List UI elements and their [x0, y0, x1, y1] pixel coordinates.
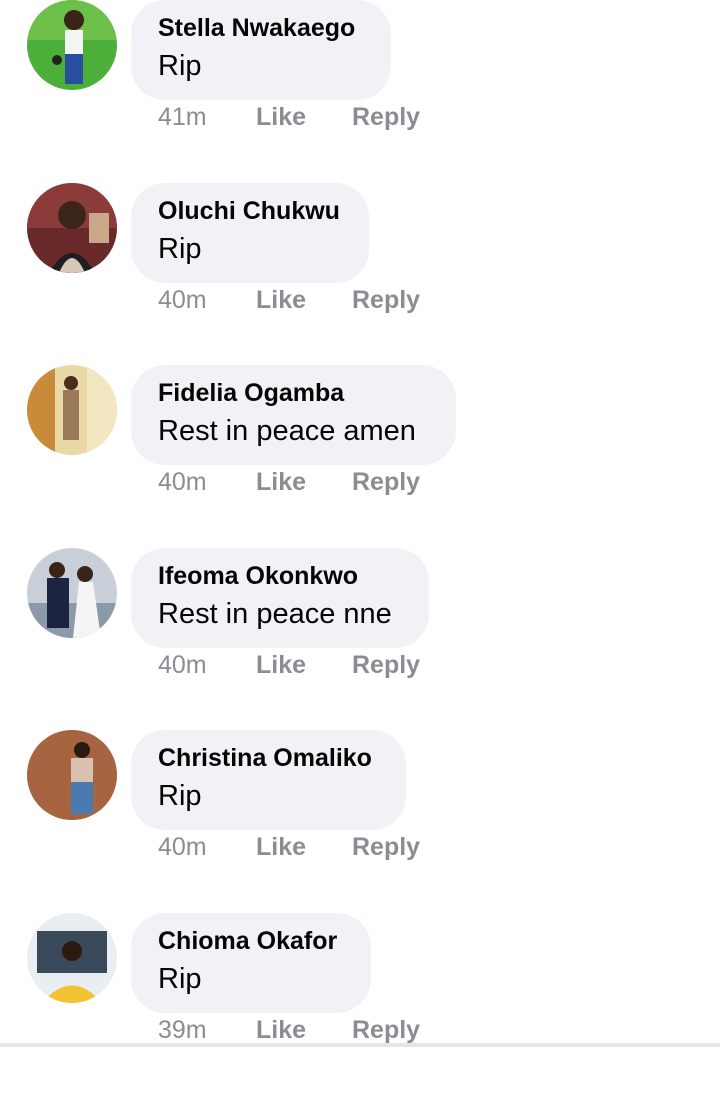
- author-name[interactable]: Oluchi Chukwu: [158, 197, 340, 226]
- avatar-photo: [27, 183, 117, 273]
- like-button[interactable]: Like: [256, 468, 306, 497]
- comment-text: Rest in peace nne: [158, 598, 392, 630]
- like-button[interactable]: Like: [256, 1016, 306, 1045]
- comment-bubble: Christina Omaliko Rip: [131, 730, 406, 830]
- comment-text: Rest in peace amen: [158, 415, 416, 447]
- comment-bubble: Oluchi Chukwu Rip: [131, 183, 369, 283]
- comment-timestamp[interactable]: 40m: [158, 833, 207, 862]
- comment-timestamp[interactable]: 41m: [158, 103, 207, 132]
- comment-text: Rip: [158, 963, 202, 995]
- comment: Stella Nwakaego Rip 41m Like Reply: [0, 0, 720, 183]
- comment-timestamp[interactable]: 40m: [158, 286, 207, 315]
- comment: Oluchi Chukwu Rip 40m Like Reply: [0, 183, 720, 366]
- comment-text: Rip: [158, 50, 202, 82]
- like-button[interactable]: Like: [256, 103, 306, 132]
- reply-button[interactable]: Reply: [352, 103, 420, 132]
- comment-bubble: Chioma Okafor Rip: [131, 913, 371, 1013]
- comment-bubble: Ifeoma Okonkwo Rest in peace nne: [131, 548, 429, 648]
- author-name[interactable]: Ifeoma Okonkwo: [158, 562, 358, 591]
- comment: Fidelia Ogamba Rest in peace amen 40m Li…: [0, 365, 720, 548]
- avatar[interactable]: [27, 183, 117, 273]
- divider: [0, 1043, 720, 1047]
- like-button[interactable]: Like: [256, 833, 306, 862]
- comment-timestamp[interactable]: 39m: [158, 1016, 207, 1045]
- comment-timestamp[interactable]: 40m: [158, 468, 207, 497]
- avatar[interactable]: [27, 0, 117, 90]
- reply-button[interactable]: Reply: [352, 1016, 420, 1045]
- reply-button[interactable]: Reply: [352, 833, 420, 862]
- avatar[interactable]: [27, 913, 117, 1003]
- avatar-photo: [27, 548, 117, 638]
- comment-bubble: Fidelia Ogamba Rest in peace amen: [131, 365, 456, 465]
- comment-text: Rip: [158, 780, 202, 812]
- avatar[interactable]: [27, 730, 117, 820]
- author-name[interactable]: Fidelia Ogamba: [158, 379, 344, 408]
- avatar-photo: [27, 0, 117, 90]
- author-name[interactable]: Chioma Okafor: [158, 927, 337, 956]
- author-name[interactable]: Stella Nwakaego: [158, 14, 355, 43]
- like-button[interactable]: Like: [256, 651, 306, 680]
- comment: Christina Omaliko Rip 40m Like Reply: [0, 730, 720, 913]
- comment-text: Rip: [158, 233, 202, 265]
- comment-timestamp[interactable]: 40m: [158, 651, 207, 680]
- comment: Ifeoma Okonkwo Rest in peace nne 40m Lik…: [0, 548, 720, 731]
- comment-bubble: Stella Nwakaego Rip: [131, 0, 391, 100]
- avatar[interactable]: [27, 548, 117, 638]
- author-name[interactable]: Christina Omaliko: [158, 744, 372, 773]
- comment: Chioma Okafor Rip 39m Like Reply: [0, 913, 720, 1096]
- avatar-photo: [27, 365, 117, 455]
- reply-button[interactable]: Reply: [352, 286, 420, 315]
- reply-button[interactable]: Reply: [352, 468, 420, 497]
- avatar[interactable]: [27, 365, 117, 455]
- like-button[interactable]: Like: [256, 286, 306, 315]
- reply-button[interactable]: Reply: [352, 651, 420, 680]
- avatar-photo: [27, 913, 117, 1003]
- avatar-photo: [27, 730, 117, 820]
